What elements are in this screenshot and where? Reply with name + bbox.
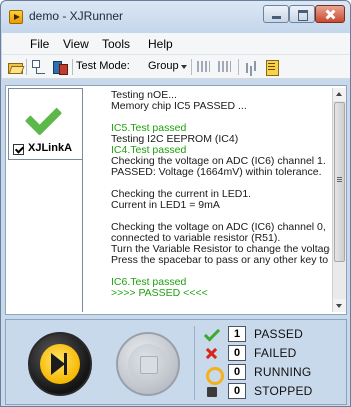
- toolbar-separator: [26, 59, 27, 75]
- menu-bar: File View Tools Help: [2, 33, 350, 55]
- running-count: 0: [228, 364, 246, 380]
- open-folder-icon[interactable]: [7, 59, 23, 75]
- failed-label: FAILED: [254, 346, 297, 360]
- divider: [194, 326, 195, 400]
- close-button[interactable]: [315, 5, 345, 23]
- title-bar[interactable]: demo - XJRunner: [1, 1, 350, 33]
- stop-icon: [128, 344, 168, 384]
- stopped-count: 0: [228, 383, 246, 399]
- tab-label: XJLinkA: [28, 142, 73, 154]
- toolbar: Test Mode: Group: [2, 55, 350, 79]
- stopped-label: STOPPED: [254, 384, 313, 398]
- failed-count: 0: [228, 345, 246, 361]
- minimize-button[interactable]: [263, 5, 289, 23]
- toolbar-separator: [238, 59, 239, 75]
- play-pause-icon: [40, 344, 80, 384]
- toolbar-separator: [72, 59, 73, 75]
- report-icon[interactable]: [264, 59, 280, 76]
- cross-icon: [204, 346, 220, 362]
- status-failed: 0 FAILED: [204, 345, 344, 363]
- tree-icon[interactable]: [30, 59, 46, 75]
- scroll-up-button[interactable]: [333, 88, 346, 101]
- log-line: PASSED: Voltage (1664mV) within toleranc…: [111, 166, 322, 178]
- test-mode-label: Test Mode:: [76, 60, 130, 72]
- xjlinka-checkbox[interactable]: [13, 144, 24, 155]
- status-stopped: 0 STOPPED: [204, 383, 344, 401]
- run-button[interactable]: [28, 332, 92, 396]
- passed-count: 1: [228, 326, 246, 342]
- window-title: demo - XJRunner: [29, 9, 124, 23]
- chip-icon[interactable]: [52, 59, 68, 75]
- bar-chart-icon[interactable]: [244, 59, 260, 75]
- passed-label: PASSED: [254, 327, 303, 341]
- test-output-panel: XJLinkA Testing nOE... Memory chip IC5 PA…: [5, 85, 347, 315]
- log-line: >>>> PASSED <<<<: [111, 287, 208, 299]
- chevron-down-icon[interactable]: [181, 65, 187, 69]
- running-icon: [204, 365, 224, 385]
- stop-square-icon: [204, 384, 220, 400]
- status-passed: 1 PASSED: [204, 326, 344, 344]
- running-label: RUNNING: [254, 365, 312, 379]
- scroll-thumb[interactable]: [334, 102, 345, 262]
- menu-help[interactable]: Help: [148, 37, 173, 51]
- app-icon: [9, 10, 23, 24]
- maximize-button[interactable]: [289, 5, 315, 23]
- menu-view[interactable]: View: [63, 37, 89, 51]
- log-line: Press the spacebar to pass or any other …: [111, 254, 330, 266]
- test-mode-select[interactable]: Group: [148, 60, 179, 72]
- app-window: demo - XJRunner File View Tools Help Tes…: [0, 0, 351, 407]
- test-log: Testing nOE... Memory chip IC5 PASSED ...…: [82, 88, 330, 312]
- log-scrollbar[interactable]: [332, 88, 346, 312]
- grid-icon[interactable]: [196, 59, 212, 75]
- status-running: 0 RUNNING: [204, 364, 344, 385]
- grid-icon[interactable]: [217, 59, 233, 75]
- log-line: Memory chip IC5 PASSED ...: [111, 100, 247, 112]
- check-icon: [204, 327, 220, 343]
- tab-xjlinka[interactable]: XJLinkA: [8, 88, 82, 160]
- check-icon: [29, 97, 63, 131]
- menu-tools[interactable]: Tools: [102, 37, 130, 51]
- stop-button[interactable]: [116, 332, 180, 396]
- log-line: Current in LED1 = 9mA: [111, 199, 220, 211]
- toolbar-separator: [191, 59, 192, 75]
- status-panel: 1 PASSED 0 FAILED 0 RUNNING 0 STOPPED: [5, 319, 347, 405]
- scroll-down-button[interactable]: [333, 299, 346, 312]
- menu-file[interactable]: File: [30, 37, 49, 51]
